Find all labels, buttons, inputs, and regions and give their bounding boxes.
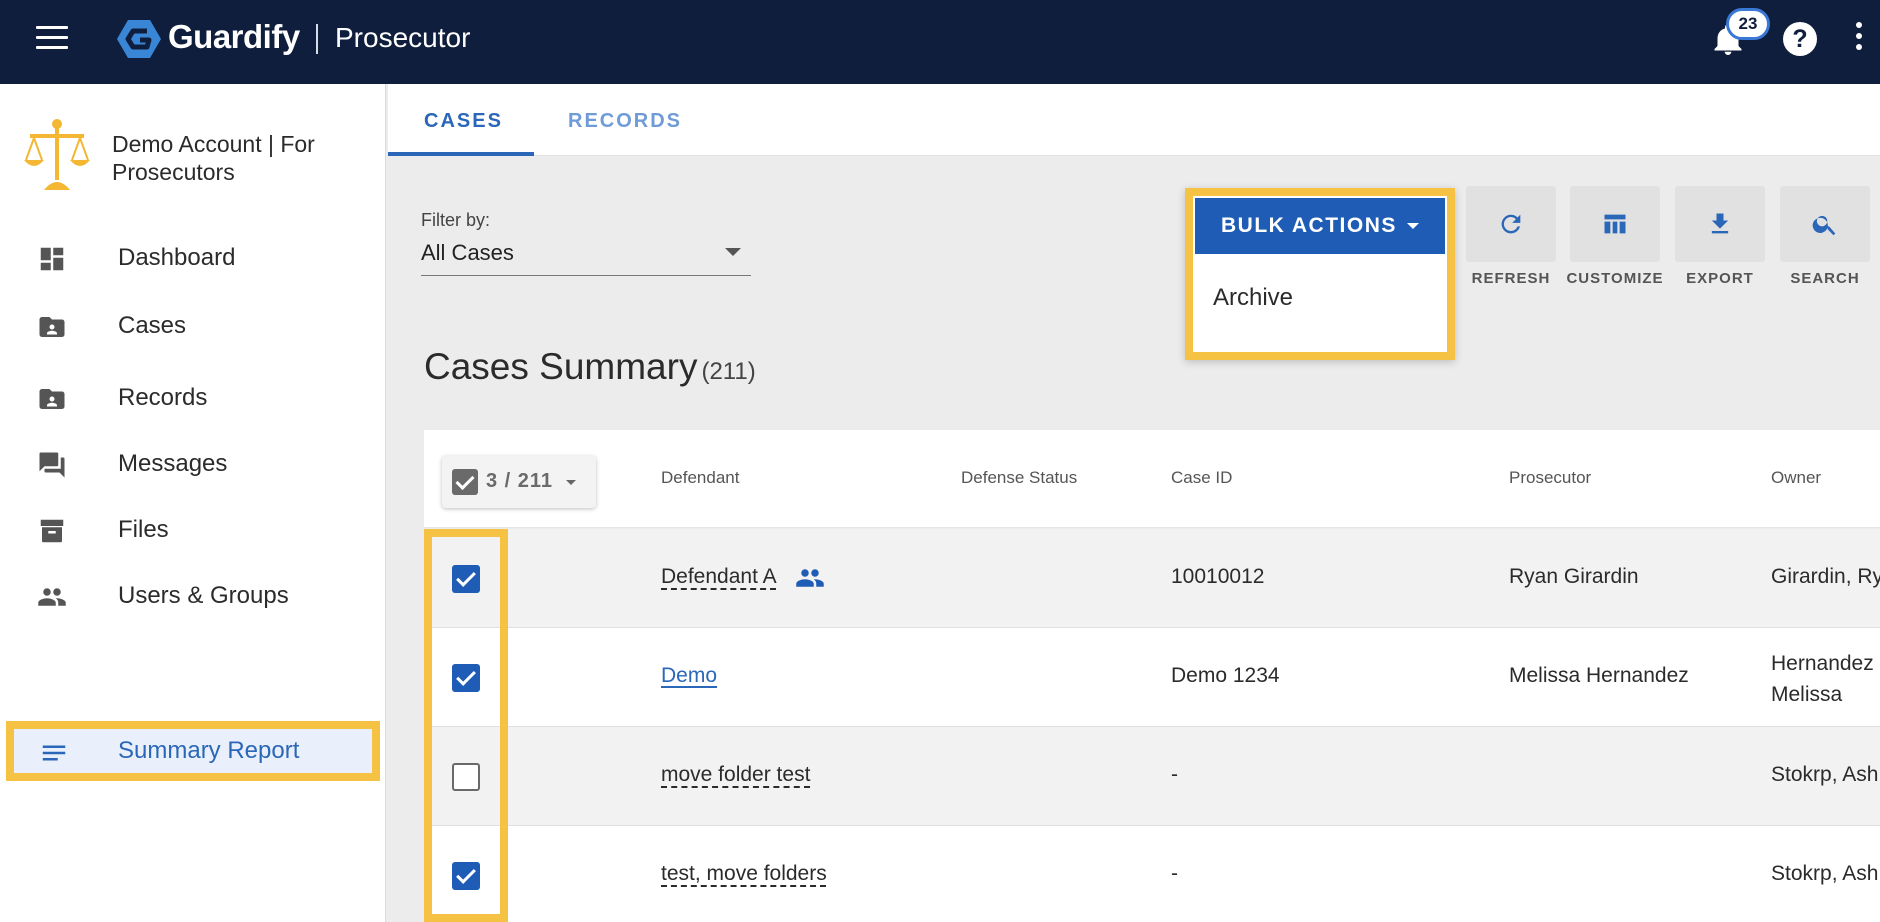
sidebar-item-summary-report[interactable]: Summary Report	[6, 721, 380, 781]
caret-down-icon	[725, 248, 741, 256]
sidebar-item-messages[interactable]: Messages	[0, 436, 386, 492]
brand-name: Guardify	[168, 18, 300, 55]
owner-cell: Stokrp, Ash	[1771, 862, 1879, 885]
tab-records[interactable]: RECORDS	[568, 110, 682, 133]
sidebar: Demo Account | For Prosecutors Dashboard…	[0, 84, 386, 922]
sidebar-item-label: Users & Groups	[118, 582, 289, 609]
sidebar-item-label: Records	[118, 384, 208, 411]
customize-button[interactable]: CUSTOMIZE	[1566, 186, 1663, 296]
refresh-icon	[1501, 214, 1521, 234]
table-row[interactable]: Defendant A 10010012 Ryan Girardin Girar…	[424, 529, 1880, 628]
column-header-case-id[interactable]: Case ID	[1171, 468, 1232, 488]
case-id-cell: -	[1171, 763, 1178, 786]
lines-icon	[42, 745, 66, 761]
tool-label: CUSTOMIZE	[1566, 270, 1664, 287]
tool-label: EXPORT	[1686, 270, 1754, 287]
prosecutor-cell: Melissa Hernandez	[1509, 664, 1689, 687]
select-all-dropdown[interactable]: 3 / 211	[442, 456, 596, 508]
table-header: 3 / 211 Defendant Defense Status Case ID…	[424, 430, 1880, 528]
column-header-owner[interactable]: Owner	[1771, 468, 1821, 488]
defendant-link[interactable]: Demo	[661, 664, 717, 688]
more-options-icon[interactable]	[1852, 22, 1866, 58]
sidebar-item-cases[interactable]: Cases	[0, 298, 386, 354]
filter-label: Filter by:	[421, 210, 491, 230]
table-row[interactable]: Demo Demo 1234 Melissa Hernandez Hernand…	[424, 628, 1880, 727]
bulk-actions-button[interactable]: BULK ACTIONS	[1195, 198, 1445, 254]
messages-icon	[39, 452, 65, 478]
row-checkbox[interactable]	[452, 565, 480, 593]
sidebar-item-label: Cases	[118, 312, 187, 339]
sidebar-item-dashboard[interactable]: Dashboard	[0, 230, 386, 286]
sidebar-item-label: Files	[118, 516, 169, 543]
caret-down-icon	[566, 480, 576, 485]
checkbox-icon	[452, 469, 478, 495]
top-bar: Guardify Prosecutor 23 ?	[0, 0, 1880, 84]
folder-user-icon	[39, 389, 65, 409]
folder-user-icon	[39, 317, 65, 337]
owner-cell: Hernandez, Melissa	[1771, 652, 1875, 706]
sidebar-item-users-groups[interactable]: Users & Groups	[0, 568, 386, 624]
row-checkbox[interactable]	[452, 763, 480, 791]
sidebar-item-label: Dashboard	[118, 244, 236, 271]
defendant-link[interactable]: move folder test	[661, 763, 810, 787]
table-row[interactable]: move folder test - Stokrp, Ash	[424, 727, 1880, 826]
column-header-defendant[interactable]: Defendant	[661, 468, 739, 488]
sidebar-item-records[interactable]: Records	[0, 370, 386, 426]
guardify-logo-icon	[117, 20, 161, 58]
menu-icon[interactable]	[36, 26, 68, 50]
tool-label: SEARCH	[1790, 270, 1860, 287]
owner-cell: Stokrp, Ash	[1771, 763, 1879, 786]
account-name: Demo Account | For Prosecutors	[112, 131, 315, 185]
dashboard-icon	[40, 247, 64, 271]
column-header-prosecutor[interactable]: Prosecutor	[1509, 468, 1591, 488]
active-tab-indicator	[388, 152, 534, 156]
page-title: Cases Summary (211)	[424, 346, 756, 388]
case-id-cell: Demo 1234	[1171, 664, 1280, 687]
case-id-cell: -	[1171, 862, 1178, 885]
sidebar-item-label: Messages	[118, 450, 228, 477]
owner-cell: Girardin, Ry	[1771, 565, 1880, 588]
scales-of-justice-icon	[24, 119, 90, 190]
table-columns-icon	[1604, 214, 1626, 234]
defendant-link[interactable]: Defendant A	[661, 565, 777, 589]
row-checkbox[interactable]	[452, 862, 480, 890]
export-button[interactable]: EXPORT	[1675, 186, 1765, 296]
bulk-actions-label: BULK ACTIONS	[1221, 214, 1397, 237]
case-id-cell: 10010012	[1171, 565, 1265, 588]
table-row[interactable]: test, move folders - Stokrp, Ash	[424, 826, 1880, 922]
help-icon[interactable]: ?	[1783, 22, 1817, 56]
row-checkbox[interactable]	[452, 664, 480, 692]
refresh-button[interactable]: REFRESH	[1466, 186, 1556, 296]
summary-title: Cases Summary	[424, 346, 698, 387]
bulk-actions-menu: BULK ACTIONS Archive	[1185, 188, 1455, 360]
filter-value: All Cases	[421, 240, 514, 265]
cases-table: 3 / 211 Defendant Defense Status Case ID…	[424, 430, 1880, 922]
people-icon	[38, 588, 66, 606]
prosecutor-cell: Ryan Girardin	[1509, 565, 1639, 588]
caret-down-icon	[1407, 223, 1419, 229]
notification-badge: 23	[1726, 8, 1770, 40]
product-name: Prosecutor	[335, 22, 471, 53]
archive-box-icon	[40, 519, 64, 543]
brand-divider	[316, 24, 318, 54]
column-header-defense-status[interactable]: Defense Status	[961, 468, 1077, 488]
download-icon	[1711, 213, 1729, 234]
group-icon	[796, 569, 824, 587]
tab-bar: CASES RECORDS	[388, 84, 1880, 156]
tab-cases[interactable]: CASES	[424, 110, 503, 133]
search-icon	[1812, 215, 1836, 236]
tool-label: REFRESH	[1471, 270, 1551, 287]
menu-item-archive[interactable]: Archive	[1195, 268, 1445, 328]
defendant-link[interactable]: test, move folders	[661, 862, 827, 886]
selection-count: 3 / 211	[486, 470, 554, 492]
menu-item-label: Archive	[1213, 284, 1294, 311]
search-button[interactable]: SEARCH	[1780, 186, 1870, 296]
sidebar-item-label: Summary Report	[118, 737, 300, 764]
summary-count: (211)	[701, 358, 756, 385]
filter-select[interactable]: All Cases	[421, 236, 751, 276]
sidebar-item-files[interactable]: Files	[0, 502, 386, 558]
